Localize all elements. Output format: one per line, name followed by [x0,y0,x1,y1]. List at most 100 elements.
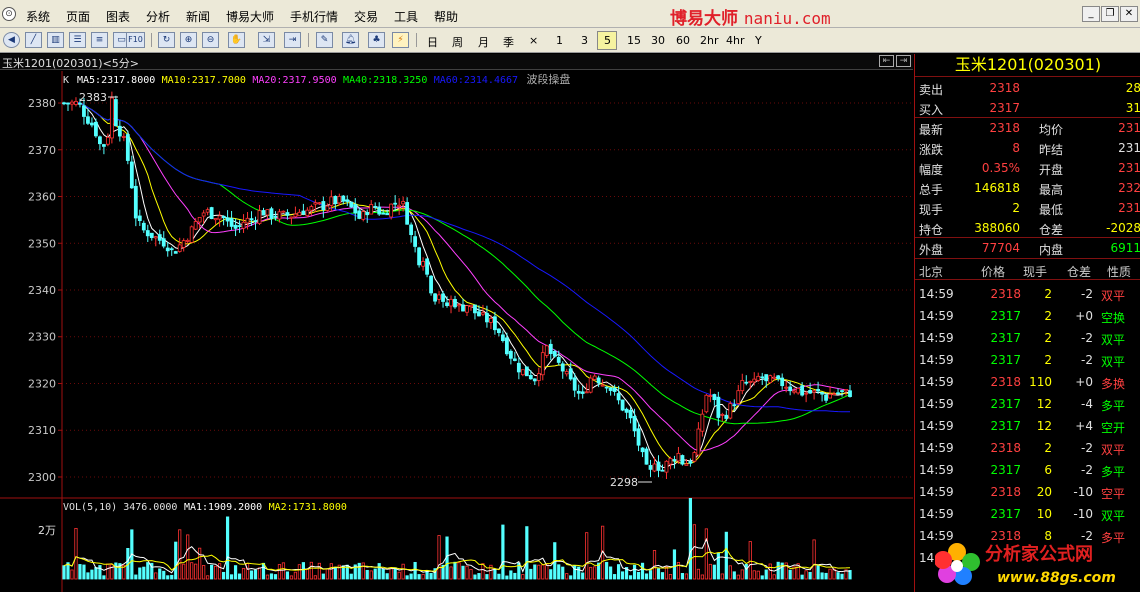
candle-up [772,376,777,379]
menu-page[interactable]: 页面 [66,8,90,25]
candle-down [800,385,805,396]
volume-bar [728,565,732,580]
volume-bar [640,562,645,580]
table-icon[interactable]: ☰ [69,32,86,48]
candle-down [644,448,649,465]
volume-bar [748,541,752,580]
volume-bar [585,532,589,580]
zoom-out-icon[interactable]: ⊖ [202,32,219,48]
tick-row[interactable]: 14:59 2318 110 +0 多换 [915,371,1140,393]
period-week[interactable]: 周 [452,34,463,50]
restore-icon[interactable]: ❐ [1101,6,1119,22]
period-15min[interactable]: 15 [627,34,641,47]
volume-bar [86,572,90,580]
tick-row[interactable]: 14:59 2317 10 -10 双平 [915,503,1140,525]
volume-bar [437,535,441,580]
tick-row[interactable]: 14:59 2317 6 -2 多平 [915,459,1140,481]
volume-bar [285,571,290,580]
menu-trade[interactable]: 交易 [354,8,378,25]
tick-row[interactable]: 14:59 2318 2 -2 双平 [915,437,1140,459]
price-chart[interactable]: 2380 2370 2360 2350 2340 2330 2320 2310 2300 K M… [0,71,913,592]
zoom-in-icon[interactable]: ⊕ [180,32,197,48]
volume-bar [401,563,405,580]
lightning-icon[interactable]: ⚡︎ [392,32,409,48]
menu-mobile-quotes[interactable]: 手机行情 [290,8,338,25]
period-4hr[interactable]: 4hr [726,34,745,47]
period-5min[interactable]: 5 [604,34,611,47]
period-1min[interactable]: 1 [556,34,563,47]
candle-down [409,224,414,236]
menu-chart[interactable]: 图表 [106,8,130,25]
volume-bar [824,572,828,580]
tick-row[interactable]: 14:59 2317 2 -2 双平 [915,349,1140,371]
period-2hr[interactable]: 2hr [700,34,719,47]
period-60min[interactable]: 60 [676,34,690,47]
prev-chart-icon[interactable]: ⇤ [879,55,894,67]
candle-down [660,469,665,472]
period-close[interactable]: × [529,34,538,47]
refresh-icon[interactable]: ↻ [158,32,175,48]
volume-bar [740,569,744,580]
tick-row[interactable]: 14:59 2317 2 -2 双平 [915,327,1140,349]
close-icon[interactable]: ✕ [1120,6,1138,22]
draw-tool-icon[interactable]: ✎ [316,32,333,48]
candlestick-icon[interactable]: ▥ [47,32,64,48]
back-icon[interactable]: ◀ [3,32,20,48]
volume-bar [565,573,569,580]
line-chart-icon[interactable]: ╱ [25,32,42,48]
volume-bar [138,567,142,580]
minimize-icon[interactable]: _ [1082,6,1100,22]
candle-up [704,394,709,413]
period-day[interactable]: 日 [427,34,438,50]
tick-row[interactable]: 14:59 2318 20 -10 空平 [915,481,1140,503]
tick-volume: 2 [1044,331,1052,345]
period-quarter[interactable]: 季 [503,34,514,50]
next-chart-icon[interactable]: ⇥ [896,55,911,67]
volume-bar [214,565,218,580]
list-icon[interactable]: ≡ [91,32,108,48]
tick-row[interactable]: 14:59 2317 2 +0 空换 [915,305,1140,327]
candle-up [584,391,589,394]
tick-time: 14:59 [919,419,954,433]
menu-news[interactable]: 新闻 [186,8,210,25]
period-year[interactable]: Y [755,34,762,47]
candle-up [153,236,158,239]
menu-tools[interactable]: 工具 [394,8,418,25]
indicator-icon[interactable]: ♣ [368,32,385,48]
hand-pan-icon[interactable]: ✋ [228,32,245,48]
tick-volume: 10 [1036,507,1052,521]
volume-bar [329,563,333,580]
period-month[interactable]: 月 [478,34,489,50]
ticks-col-volume: 现手 [1023,265,1048,279]
f10-icon[interactable]: F10 [126,32,145,48]
period-3min[interactable]: 3 [581,34,588,47]
candle-up [564,371,569,375]
alarm-bell-icon[interactable]: 🔔︎ [342,32,359,48]
candle-up [205,209,210,213]
candle-down [417,247,422,266]
volume-bar [114,562,118,580]
menu-analysis[interactable]: 分析 [146,8,170,25]
tick-row[interactable]: 14:59 2318 2 -2 双平 [915,283,1140,305]
tick-oi-change: -4 [1081,397,1093,411]
candle-up [796,387,801,394]
tick-volume: 2 [1044,287,1052,301]
menu-boyi-master[interactable]: 博易大师 [226,8,274,25]
candle-up [325,205,330,211]
period-30min[interactable]: 30 [651,34,665,47]
menu-system[interactable]: 系统 [26,8,50,25]
app-logo-icon[interactable]: ⊙ [2,7,16,21]
menu-help[interactable]: 帮助 [434,8,458,25]
candle-up [828,393,832,399]
volume-bar [788,569,792,580]
tick-time: 14:59 [919,507,954,521]
tick-row[interactable]: 14:59 2317 12 -4 多平 [915,393,1140,415]
import-icon[interactable]: ⇥ [284,32,301,48]
volume-bar [569,575,573,580]
candle-up [784,386,789,389]
candle-up [588,377,593,393]
quote-label: 昨结 [1039,143,1064,157]
tick-row[interactable]: 14:59 2317 12 +4 空开 [915,415,1140,437]
candle-down [648,465,653,470]
export-icon[interactable]: ⇲ [258,32,275,48]
